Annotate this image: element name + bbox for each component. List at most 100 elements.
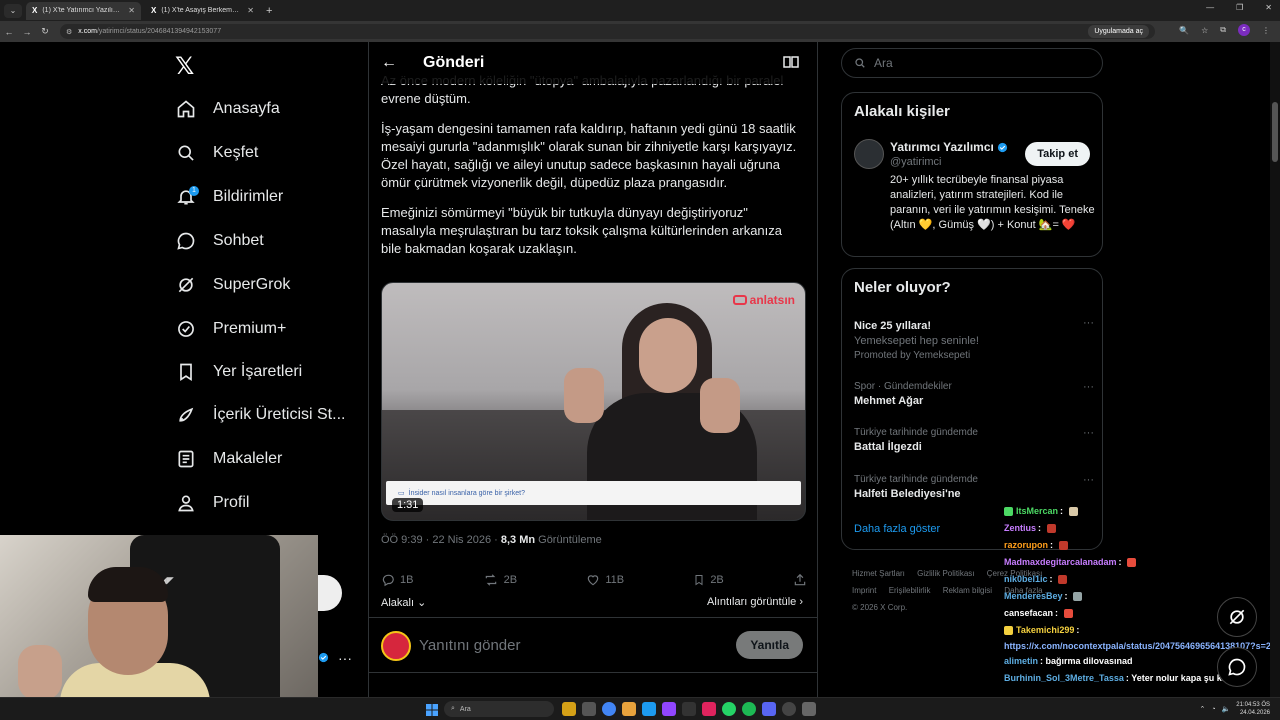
back-icon[interactable]: ←	[0, 27, 18, 37]
close-window-icon[interactable]: ✕	[1265, 3, 1272, 12]
post-time[interactable]: ÖÖ 9:39 · 22 Nis 2026 ·	[381, 534, 501, 546]
tab-search-button[interactable]: ⌄	[4, 3, 22, 18]
app-icon[interactable]	[582, 702, 596, 716]
app-icon[interactable]	[622, 702, 636, 716]
browser-tab-1[interactable]: X (1) X'te Yatırımcı Yazılımcı: "Az önce…	[26, 1, 141, 20]
avatar	[381, 631, 411, 661]
reply-button[interactable]: 1B	[381, 573, 413, 587]
close-tab-icon[interactable]: ✕	[128, 6, 135, 15]
maximize-icon[interactable]: ❐	[1236, 3, 1243, 12]
show-more-link[interactable]: Daha fazla göster	[854, 523, 940, 535]
star-icon[interactable]: ☆	[1201, 26, 1208, 35]
reload-icon[interactable]: ↻	[36, 26, 54, 37]
scroll-thumb[interactable]	[1272, 102, 1278, 162]
reply-input[interactable]: Yanıtını gönder	[419, 637, 520, 654]
file-explorer-icon[interactable]	[562, 702, 576, 716]
chat-user: razorupon	[1004, 540, 1048, 550]
chrome-icon[interactable]	[602, 702, 616, 716]
taskbar-clock[interactable]: 21:04:53 ÖS 24.04.2026	[1236, 701, 1270, 717]
search-input[interactable]: Ara	[841, 48, 1103, 78]
video-player[interactable]: anlatsın ▭ İnsider nasıl insanlara göre …	[381, 282, 806, 521]
more-options-icon[interactable]: ···	[1083, 427, 1094, 439]
article-icon	[175, 448, 197, 470]
new-tab-button[interactable]: +	[266, 5, 272, 17]
network-icon[interactable]: ◔	[1211, 706, 1215, 713]
forward-icon[interactable]: →	[18, 27, 36, 37]
url-input[interactable]: ⚙ x.com /yatirimci/status/20468413949421…	[60, 24, 1155, 39]
x-logo-icon[interactable]: 𝕏	[175, 52, 194, 81]
footer-link[interactable]: Imprint	[852, 586, 876, 595]
taskbar-search[interactable]: ⌕ Ara	[444, 701, 554, 717]
view-count: 8,3 Mn	[500, 534, 536, 546]
sidebar-item-creator-studio[interactable]: İçerik Üreticisi St...	[175, 400, 345, 430]
post-button-partial[interactable]	[318, 575, 342, 611]
more-options-icon[interactable]: ···	[1083, 474, 1094, 486]
like-button[interactable]: 11B	[586, 573, 624, 587]
reply-submit-button[interactable]: Yanıtla	[736, 631, 803, 659]
sort-dropdown[interactable]: Alakalı ⌄	[381, 596, 426, 609]
grok-fab-button[interactable]	[1217, 597, 1257, 637]
emote-icon	[1046, 524, 1056, 534]
obs-icon[interactable]	[782, 702, 796, 716]
profile-avatar[interactable]: c	[1238, 24, 1250, 36]
app-icon[interactable]	[682, 702, 696, 716]
twitch-icon[interactable]	[662, 702, 676, 716]
sidebar-item-chat[interactable]: Sohbet	[175, 226, 264, 256]
user-name[interactable]: Yatırımcı Yazılımcı	[890, 140, 1008, 154]
tray-overflow-icon[interactable]: ⌃	[1199, 705, 1205, 713]
app-icon[interactable]	[702, 702, 716, 716]
messages-fab-button[interactable]	[1217, 647, 1257, 687]
open-in-app-button[interactable]: Uygulamada aç	[1088, 25, 1149, 38]
avatar[interactable]	[854, 139, 884, 169]
windows-start-icon[interactable]	[426, 703, 438, 720]
page-scrollbar[interactable]	[1270, 42, 1280, 697]
share-button[interactable]	[793, 573, 807, 587]
sidebar-item-explore[interactable]: Keşfet	[175, 138, 258, 168]
more-options-icon[interactable]: ···	[1083, 381, 1094, 393]
clock-time: 21:04:53 ÖS	[1236, 702, 1270, 708]
taskbar-search-label: Ara	[459, 705, 471, 713]
account-menu-icon[interactable]: ···	[338, 650, 352, 666]
repost-button[interactable]: 2B	[483, 573, 517, 587]
footer-link[interactable]: Hizmet Şartları	[852, 569, 905, 578]
trend-item[interactable]: Nice 25 yıllara! Yemeksepeti hep seninle…	[854, 317, 1094, 361]
footer-link[interactable]: Reklam bilgisi	[943, 586, 992, 595]
bookmark-button[interactable]: 2B	[693, 573, 724, 587]
follow-button[interactable]: Takip et	[1025, 142, 1090, 166]
trend-name: Mehmet Ağar	[854, 395, 924, 407]
app-icon[interactable]	[802, 702, 816, 716]
sidebar-item-premium[interactable]: Premium+	[175, 314, 286, 344]
browser-tab-2[interactable]: X (1) X'te Asayiş Berkemal: "Çekim... ✕	[145, 2, 260, 20]
sidebar-item-home[interactable]: Anasayfa	[175, 94, 280, 124]
trend-item[interactable]: Türkiye tarihinde gündemde Battal İlgezd…	[854, 427, 1094, 453]
discord-icon[interactable]	[762, 702, 776, 716]
sidebar-item-bookmarks[interactable]: Yer İşaretleri	[175, 357, 302, 387]
app-icon[interactable]	[642, 702, 656, 716]
whatsapp-icon[interactable]	[722, 702, 736, 716]
trend-item[interactable]: Türkiye tarihinde gündemde Halfeti Beled…	[854, 474, 1094, 500]
sidebar-item-label: Yer İşaretleri	[213, 363, 303, 380]
volume-icon[interactable]: 🔈	[1222, 705, 1231, 713]
more-options-icon[interactable]: ···	[1083, 317, 1094, 329]
sidebar-item-notifications[interactable]: 1 Bildirimler	[175, 182, 283, 212]
spotify-icon[interactable]	[742, 702, 756, 716]
view-quotes-link[interactable]: Alıntıları görüntüle ›	[707, 596, 803, 608]
repost-icon	[485, 574, 496, 586]
site-info-icon[interactable]: ⚙	[66, 28, 72, 36]
trend-item[interactable]: Spor · Gündemdekiler Mehmet Ağar ···	[854, 381, 1094, 407]
footer-link[interactable]: Gizlilik Politikası	[917, 569, 974, 578]
close-tab-icon[interactable]: ✕	[247, 6, 254, 15]
sidebar-item-articles[interactable]: Makaleler	[175, 444, 282, 474]
sidebar-item-supergrok[interactable]: SuperGrok	[175, 270, 290, 300]
reader-mode-icon[interactable]	[783, 55, 799, 74]
back-arrow-icon[interactable]: ←	[369, 54, 409, 72]
extensions-icon[interactable]: ⧉	[1220, 25, 1226, 35]
menu-icon[interactable]: ⋮	[1262, 26, 1270, 35]
zoom-icon[interactable]: 🔍	[1179, 26, 1189, 35]
sidebar-item-profile[interactable]: Profil	[175, 488, 249, 518]
footer-link[interactable]: Erişilebilirlik	[889, 586, 931, 595]
search-icon	[175, 142, 197, 164]
trend-subtitle: Yemeksepeti hep seninle!	[854, 335, 979, 347]
watermark-text: anlatsın	[749, 293, 795, 307]
minimize-icon[interactable]: —	[1206, 3, 1214, 12]
